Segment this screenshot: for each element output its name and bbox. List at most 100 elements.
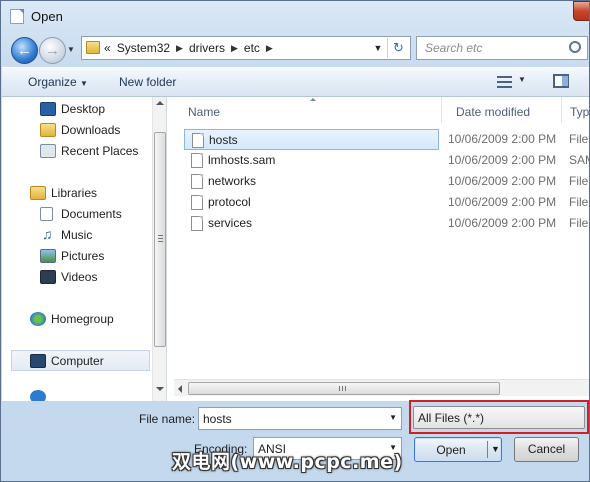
document-icon: [10, 9, 24, 24]
column-header-name[interactable]: Name: [174, 97, 442, 123]
file-date: 10/06/2009 2:00 PM: [448, 195, 557, 209]
file-row-services[interactable]: services 10/06/2009 2:00 PM File: [184, 213, 589, 234]
file-row-protocol[interactable]: protocol 10/06/2009 2:00 PM File: [184, 192, 589, 213]
file-name: protocol: [208, 195, 251, 209]
scroll-up-icon[interactable]: [156, 101, 164, 105]
scrollbar-thumb[interactable]: [154, 132, 166, 347]
nav-label: Desktop: [61, 101, 106, 116]
file-name-value: hosts: [203, 412, 232, 426]
name-cell[interactable]: hosts: [184, 129, 439, 150]
command-bar: Organize ▼ New folder ▼: [2, 67, 589, 97]
breadcrumb-overflow[interactable]: «: [104, 41, 111, 55]
window-title: Open: [31, 9, 63, 24]
nav-label: Recent Places: [61, 143, 139, 158]
breadcrumb-item-drivers[interactable]: drivers: [189, 41, 225, 55]
back-button[interactable]: ←: [11, 37, 38, 64]
computer-icon: [30, 354, 46, 368]
search-input[interactable]: Search etc: [416, 36, 588, 60]
nav-label: Computer: [51, 353, 104, 368]
nav-item-desktop[interactable]: Desktop: [2, 98, 152, 119]
column-label: Type: [570, 105, 590, 119]
open-dropdown-icon[interactable]: ▼: [491, 444, 500, 454]
file-row-networks[interactable]: networks 10/06/2009 2:00 PM File: [184, 171, 589, 192]
file-icon: [191, 174, 203, 189]
file-icon: [191, 153, 203, 168]
address-dropdown-icon[interactable]: ▼: [371, 40, 385, 56]
nav-item-downloads[interactable]: Downloads: [2, 119, 152, 140]
file-row-hosts[interactable]: hosts 10/06/2009 2:00 PM File: [184, 129, 589, 150]
column-label: Date modified: [456, 105, 531, 119]
nav-item-computer[interactable]: Computer: [11, 350, 150, 371]
scrollbar-thumb[interactable]: [188, 382, 500, 395]
column-header-date[interactable]: Date modified: [442, 97, 562, 123]
nav-item-recent-places[interactable]: Recent Places: [2, 140, 152, 161]
sort-arrow-icon: [310, 98, 316, 101]
column-header-type[interactable]: Type: [562, 97, 590, 123]
new-folder-button[interactable]: New folder: [119, 75, 176, 89]
breadcrumb-item-etc[interactable]: etc: [244, 41, 260, 55]
file-name: lmhosts.sam: [208, 153, 276, 167]
file-type: SAM: [569, 153, 589, 167]
forward-arrow-icon: →: [45, 42, 60, 59]
nav-item-libraries[interactable]: Libraries: [2, 182, 152, 203]
organize-button[interactable]: Organize ▼: [28, 75, 88, 89]
watermark: 双电网(www.pcpc.me): [172, 451, 403, 473]
chevron-down-icon: ▼: [80, 79, 88, 88]
homegroup-icon: [30, 312, 46, 326]
file-list: Name Date modified Type hosts 10/06/2009…: [174, 97, 590, 401]
downloads-icon: [40, 123, 56, 137]
chevron-right-icon[interactable]: ▶: [266, 43, 273, 54]
views-dropdown-icon[interactable]: ▼: [518, 75, 526, 84]
breadcrumb: « System32 ▶ drivers ▶ etc ▶: [104, 41, 273, 55]
split-divider: [487, 441, 488, 458]
views-icon[interactable]: [497, 76, 512, 88]
chevron-right-icon[interactable]: ▶: [176, 43, 183, 54]
nav-item-network[interactable]: [2, 387, 152, 401]
nav-item-homegroup[interactable]: Homegroup: [2, 308, 152, 329]
nav-label: Videos: [61, 269, 98, 284]
navigation-pane: Desktop Downloads Recent Places Librarie…: [2, 97, 167, 401]
nav-item-videos[interactable]: Videos: [2, 266, 152, 287]
name-cell[interactable]: lmhosts.sam: [184, 150, 439, 171]
address-bar[interactable]: « System32 ▶ drivers ▶ etc ▶ ▼ ↻: [81, 36, 411, 60]
file-icon: [191, 216, 203, 231]
nav-label: Music: [61, 227, 93, 242]
chevron-down-icon[interactable]: ▼: [389, 413, 397, 422]
nav-label: Documents: [61, 206, 122, 221]
refresh-icon[interactable]: ↻: [387, 38, 409, 58]
back-arrow-icon: ←: [17, 42, 32, 59]
forward-button[interactable]: →: [39, 37, 66, 64]
cancel-button[interactable]: Cancel: [514, 437, 579, 462]
scroll-left-icon[interactable]: [178, 385, 182, 393]
preview-pane-icon[interactable]: [553, 74, 569, 88]
music-icon: ♫: [42, 226, 53, 242]
scroll-down-icon[interactable]: [156, 387, 164, 391]
open-label: Open: [436, 443, 466, 457]
file-date: 10/06/2009 2:00 PM: [448, 216, 557, 230]
nav-label: Downloads: [61, 122, 121, 137]
nav-scrollbar[interactable]: [152, 97, 166, 401]
file-date: 10/06/2009 2:00 PM: [448, 132, 557, 146]
open-button[interactable]: Open ▼: [414, 437, 502, 462]
history-dropdown-icon[interactable]: ▼: [67, 45, 77, 55]
name-cell[interactable]: protocol: [184, 192, 439, 213]
title-bar: Open: [1, 1, 589, 31]
file-type: File: [569, 174, 589, 188]
search-icon: [569, 41, 581, 53]
file-list-hscrollbar[interactable]: [174, 379, 589, 396]
nav-item-documents[interactable]: Documents: [2, 203, 152, 224]
file-type: File: [569, 216, 589, 230]
file-name-field[interactable]: hosts ▼: [198, 407, 402, 430]
libraries-icon: [30, 186, 46, 200]
documents-icon: [40, 207, 53, 221]
close-button[interactable]: [573, 1, 589, 21]
file-row-lmhosts[interactable]: lmhosts.sam 10/06/2009 2:00 PM SAM: [184, 150, 589, 171]
name-cell[interactable]: networks: [184, 171, 439, 192]
breadcrumb-item-system32[interactable]: System32: [117, 41, 170, 55]
name-cell[interactable]: services: [184, 213, 439, 234]
nav-item-music[interactable]: ♫ Music: [2, 224, 152, 245]
nav-item-pictures[interactable]: Pictures: [2, 245, 152, 266]
search-placeholder: Search etc: [425, 41, 483, 55]
chevron-right-icon[interactable]: ▶: [231, 43, 238, 54]
file-date: 10/06/2009 2:00 PM: [448, 174, 557, 188]
